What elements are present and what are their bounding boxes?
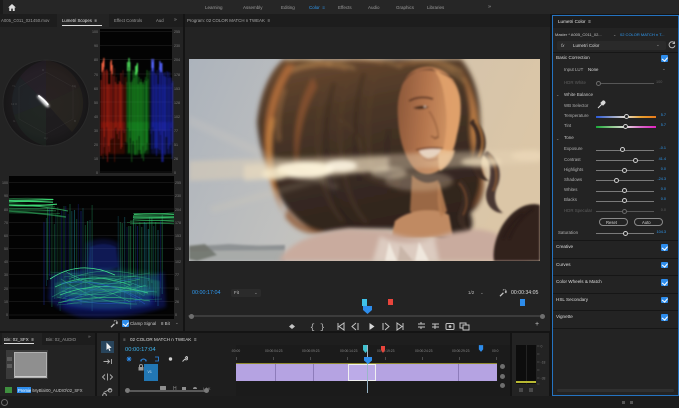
svg-text:90: 90	[94, 44, 98, 48]
svg-text:20: 20	[94, 143, 98, 147]
svg-text:60: 60	[4, 234, 8, 238]
svg-text:230: 230	[174, 44, 180, 48]
svg-text:90: 90	[4, 194, 8, 198]
svg-text:100: 100	[92, 30, 98, 34]
svg-text:178: 178	[175, 221, 181, 225]
svg-text:178: 178	[174, 73, 180, 77]
svg-text:10: 10	[94, 157, 98, 161]
svg-text:26: 26	[174, 157, 178, 161]
svg-text:-18: -18	[541, 361, 546, 365]
svg-text:77: 77	[175, 273, 179, 277]
svg-text:20: 20	[4, 287, 8, 291]
svg-text:51: 51	[175, 287, 179, 291]
svg-text:100: 100	[2, 181, 8, 185]
svg-text:50: 50	[4, 247, 8, 251]
svg-text:255: 255	[175, 181, 181, 185]
svg-text:204: 204	[175, 208, 181, 212]
svg-text:30: 30	[4, 273, 8, 277]
svg-text:{: {	[310, 324, 315, 333]
svg-text:77: 77	[174, 129, 178, 133]
svg-text:10: 10	[4, 300, 8, 304]
svg-text:204: 204	[174, 58, 180, 62]
svg-text:80: 80	[94, 58, 98, 62]
svg-text:12 0: 12 0	[11, 102, 17, 106]
svg-text:70: 70	[94, 73, 98, 77]
svg-text:51: 51	[174, 143, 178, 147]
svg-text:128: 128	[175, 247, 181, 251]
svg-text:26: 26	[175, 300, 179, 304]
svg-text:255: 255	[174, 30, 180, 34]
svg-text:40: 40	[4, 260, 8, 264]
svg-text:B: B	[74, 119, 76, 123]
svg-text:60: 60	[94, 87, 98, 91]
svg-text:50: 50	[94, 101, 98, 105]
svg-text:Mg: Mg	[72, 84, 76, 88]
svg-text:0: 0	[175, 313, 177, 317]
svg-text:102: 102	[174, 115, 180, 119]
svg-text:0: 0	[541, 345, 543, 349]
svg-text:102: 102	[175, 260, 181, 264]
svg-text:70: 70	[4, 221, 8, 225]
svg-text:-38: -38	[541, 377, 546, 381]
svg-text:YL: YL	[12, 84, 16, 88]
svg-text:80: 80	[4, 208, 8, 212]
svg-text:Cy: Cy	[44, 136, 48, 140]
svg-text:40: 40	[94, 115, 98, 119]
svg-text:128: 128	[174, 101, 180, 105]
svg-text:0: 0	[6, 313, 8, 317]
svg-text:230: 230	[175, 194, 181, 198]
svg-text:30: 30	[94, 129, 98, 133]
svg-text:153: 153	[175, 234, 181, 238]
svg-text:}: }	[320, 324, 325, 333]
svg-text:153: 153	[174, 87, 180, 91]
